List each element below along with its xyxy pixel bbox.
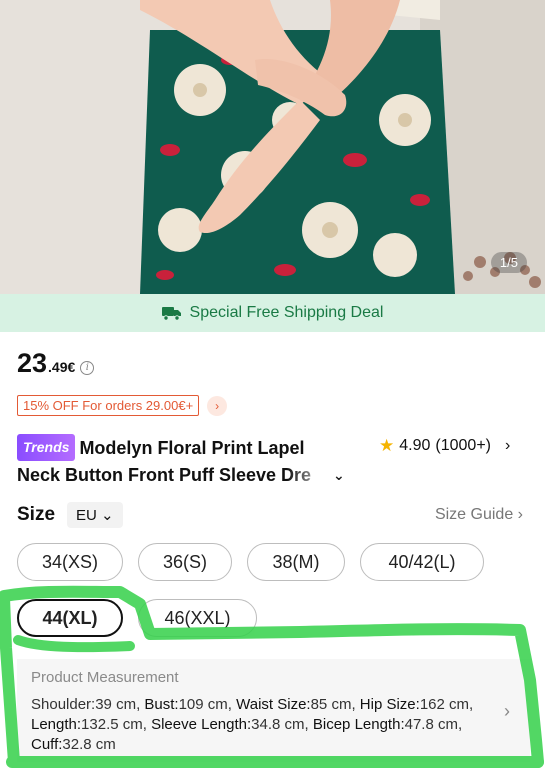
chevron-right-icon[interactable]: ›	[505, 437, 510, 455]
bicep-value: 47.8 cm,	[404, 716, 463, 733]
chevron-right-icon[interactable]: ›	[207, 395, 228, 416]
chevron-right-icon[interactable]: ›	[504, 701, 510, 722]
length-value: 132.5 cm,	[81, 716, 152, 733]
bicep-label: Bicep Length:	[312, 716, 405, 733]
size-option-34xs[interactable]: 34(XS)	[17, 543, 123, 581]
price-decimal: .49€	[48, 359, 76, 375]
shipping-label: Special Free Shipping Deal	[189, 304, 384, 321]
sleeve-label: Sleeve Length:	[151, 716, 252, 733]
size-guide-link[interactable]: Size Guide ›	[435, 506, 523, 524]
price-integer: 23	[17, 348, 48, 378]
sleeve-value: 34.8 cm,	[251, 716, 313, 733]
title-fade	[287, 463, 333, 488]
trends-badge: Trends	[17, 434, 76, 461]
size-option-38m[interactable]: 38(M)	[247, 543, 345, 581]
bust-value: 109 cm,	[178, 696, 237, 713]
bust-label: Bust:	[144, 696, 179, 713]
product-title[interactable]: Trends Modelyn Floral Print Lapel Neck Bu…	[17, 434, 362, 488]
size-label: Size	[17, 504, 56, 525]
price: 23 .49€ i	[17, 348, 95, 379]
info-icon[interactable]: i	[80, 360, 95, 375]
waist-value: 85 cm,	[310, 696, 360, 713]
size-option-36s[interactable]: 36(S)	[138, 543, 232, 581]
rating-value: 4.90	[399, 437, 431, 454]
discount-tag[interactable]: 15% OFF For orders 29.00€+	[17, 395, 200, 416]
measurement-values: Shoulder:39 cm, Bust:109 cm, Waist Size:…	[31, 695, 481, 755]
expand-title-icon[interactable]: ⌄	[333, 463, 347, 488]
image-pager: 1/5	[490, 252, 527, 273]
product-measurement-card[interactable]: Product Measurement Shoulder:39 cm, Bust…	[17, 659, 530, 762]
review-count: (1000+)	[435, 437, 491, 454]
measurement-title: Product Measurement	[31, 669, 179, 686]
waist-label: Waist Size:	[236, 696, 311, 713]
size-region-select[interactable]: EU ⌄	[67, 502, 123, 528]
shoulder-value: 39 cm,	[95, 696, 145, 713]
title-line-2: Neck Button Front Puff Sleeve Dre	[17, 465, 312, 485]
hip-value: 162 cm,	[419, 696, 474, 713]
dress-photo	[0, 0, 545, 294]
cuff-label: Cuff:	[31, 736, 63, 753]
product-image[interactable]: 1/5	[0, 0, 545, 294]
size-option-40-42l[interactable]: 40/42(L)	[360, 543, 484, 581]
shoulder-label: Shoulder:	[31, 696, 96, 713]
size-option-44xl-selected[interactable]: 44(XL)	[17, 599, 123, 637]
promo-row[interactable]: 15% OFF For orders 29.00€+ ›	[17, 395, 228, 416]
size-option-46xxl[interactable]: 46(XXL)	[138, 599, 257, 637]
title-line-1: Modelyn Floral Print Lapel	[79, 438, 305, 458]
rating[interactable]: ★ 4.90 (1000+) ›	[379, 436, 510, 456]
star-icon: ★	[379, 436, 395, 455]
cuff-value: 32.8 cm	[62, 736, 116, 753]
length-label: Length:	[31, 716, 82, 733]
free-shipping-banner[interactable]: Special Free Shipping Deal	[0, 294, 545, 332]
truck-icon	[161, 307, 181, 321]
hip-label: Hip Size:	[359, 696, 420, 713]
